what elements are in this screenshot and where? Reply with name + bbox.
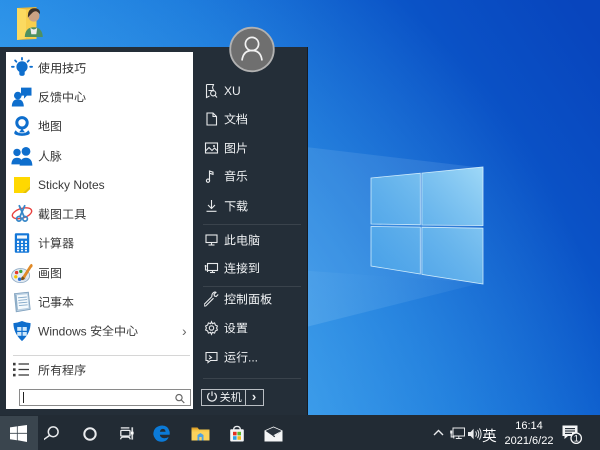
svg-text:1: 1 [574,434,579,444]
